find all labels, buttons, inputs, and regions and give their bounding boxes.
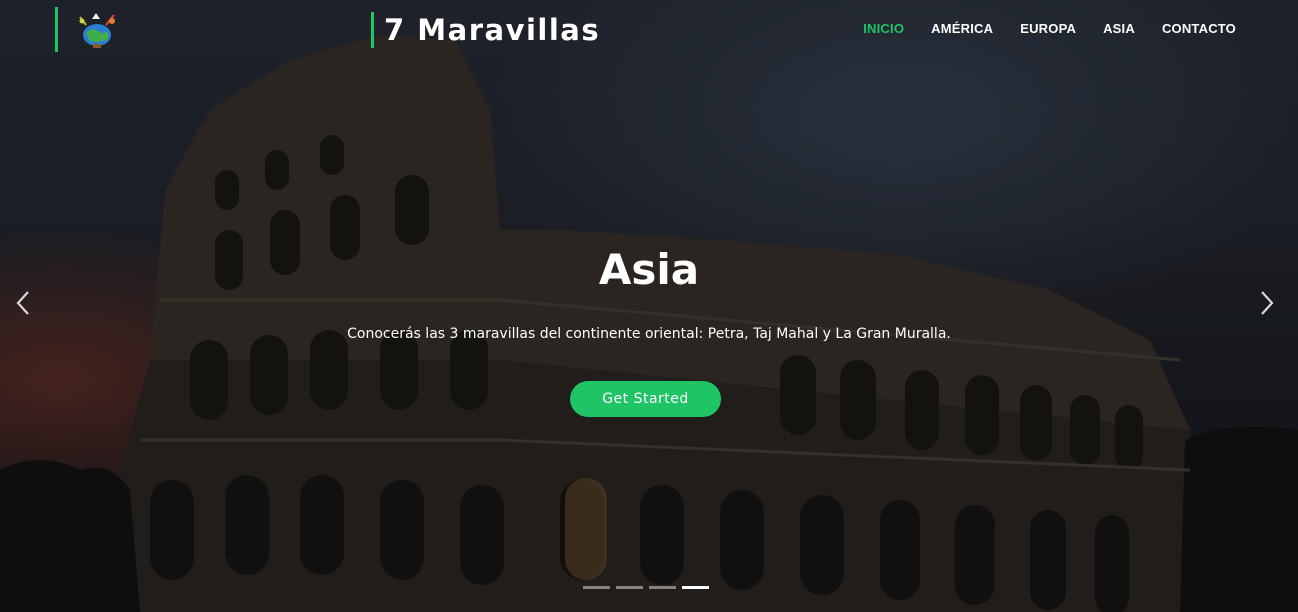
nav-item-inicio[interactable]: INICIO (863, 20, 904, 38)
logo-link[interactable] (55, 7, 122, 52)
carousel-indicators (583, 586, 709, 589)
carousel-indicator-2[interactable] (616, 586, 643, 589)
main-nav: INICIO AMÉRICA EUROPA ASIA CONTACTO (863, 20, 1236, 38)
hero-carousel: 7 Maravillas INICIO AMÉRICA EUROPA ASIA … (0, 0, 1298, 612)
slide-title: Asia (598, 245, 700, 294)
carousel-indicator-1[interactable] (583, 586, 610, 589)
image-dark-overlay (0, 0, 1298, 612)
nav-item-america[interactable]: AMÉRICA (931, 20, 993, 38)
carousel-indicator-3[interactable] (649, 586, 676, 589)
brand-name[interactable]: 7 Maravillas (371, 12, 600, 48)
nav-item-europa[interactable]: EUROPA (1020, 20, 1076, 38)
slide-description: Conocerás las 3 maravillas del continent… (347, 326, 951, 342)
carousel-indicator-4[interactable] (682, 586, 709, 589)
nav-item-asia[interactable]: ASIA (1103, 20, 1135, 38)
nav-item-contacto[interactable]: CONTACTO (1162, 20, 1236, 38)
globe-logo-icon (79, 12, 115, 48)
get-started-button[interactable]: Get Started (570, 381, 721, 417)
